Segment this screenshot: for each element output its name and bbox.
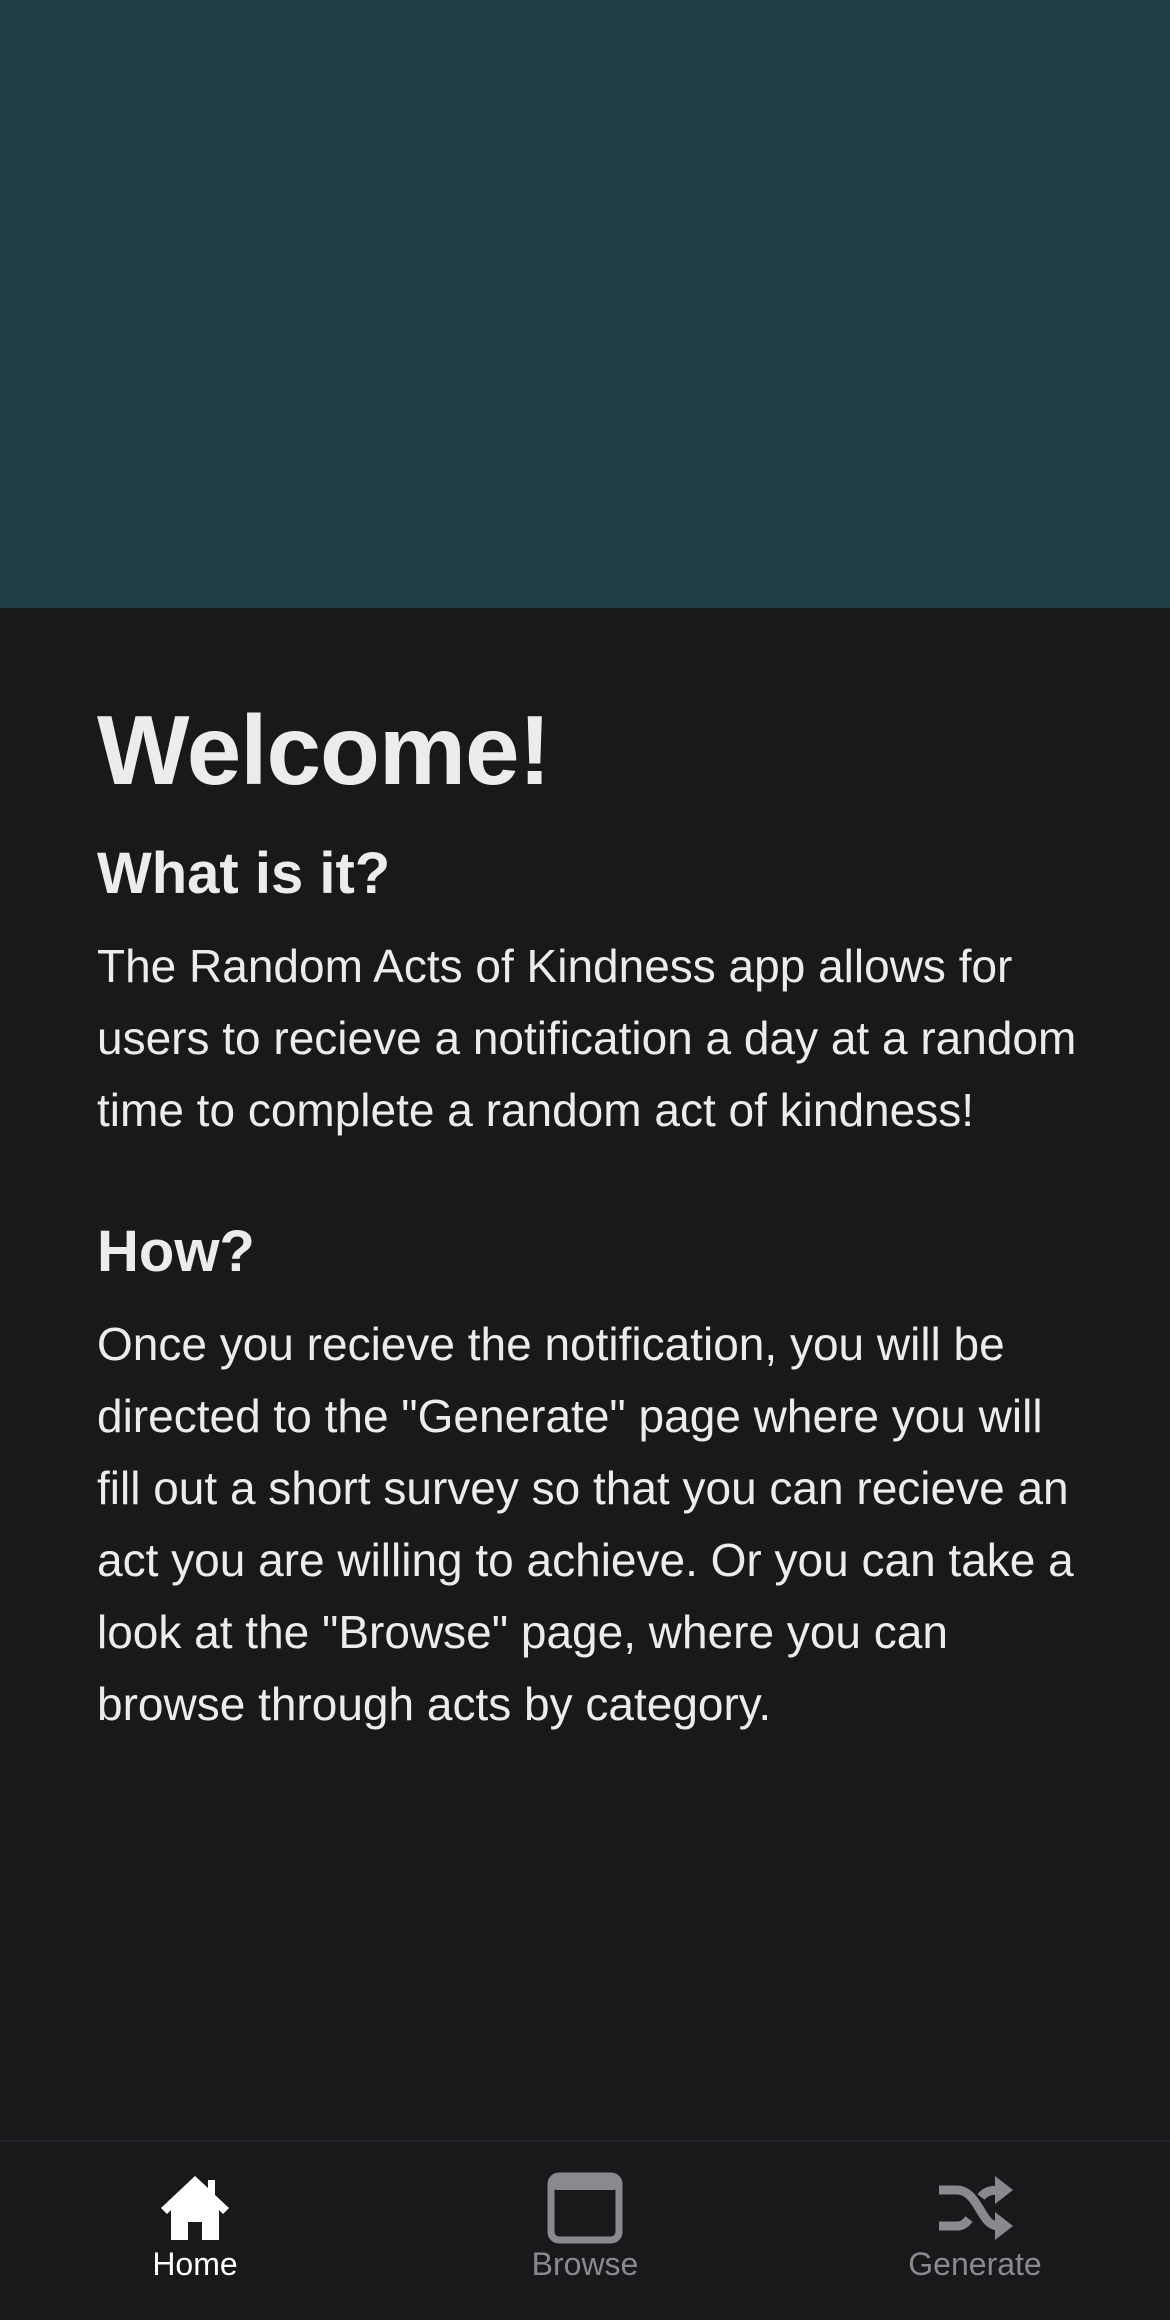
header-banner [0, 0, 1170, 608]
browser-window-icon [547, 2172, 623, 2244]
tab-generate-label: Generate [908, 2246, 1042, 2282]
section-heading-how: How? [97, 1219, 255, 1284]
home-icon [161, 2176, 229, 2240]
tab-home-label: Home [152, 2246, 238, 2282]
bottom-tab-bar: Home Browse Generate [0, 2140, 1170, 2320]
tab-home[interactable]: Home [0, 2142, 390, 2320]
tab-browse[interactable]: Browse [390, 2142, 780, 2320]
main-content: Welcome! What is it? The Random Acts of … [97, 608, 1087, 1740]
section-body-how: Once you recieve the notification, you w… [97, 1318, 1074, 1730]
section-body-what-is-it: The Random Acts of Kindness app allows f… [97, 940, 1077, 1136]
shuffle-icon [939, 2176, 1013, 2240]
section-heading-what-is-it: What is it? [97, 841, 391, 906]
page-title: Welcome! [97, 695, 551, 805]
tab-browse-label: Browse [531, 2246, 639, 2282]
app-screen: Welcome! What is it? The Random Acts of … [0, 0, 1170, 2320]
tab-generate[interactable]: Generate [780, 2142, 1170, 2320]
